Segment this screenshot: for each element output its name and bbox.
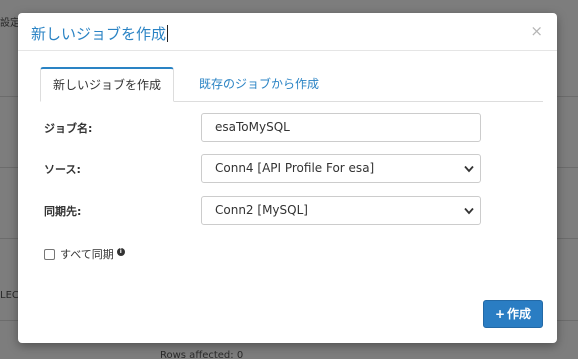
create-button-label: 作成 bbox=[507, 307, 532, 321]
text-cursor bbox=[167, 25, 169, 42]
job-name-row: ジョブ名: esaToMySQL bbox=[44, 113, 481, 143]
modal-title: 新しいジョブを作成 bbox=[31, 23, 169, 44]
info-icon[interactable]: i bbox=[116, 248, 125, 256]
close-icon[interactable]: × bbox=[530, 22, 543, 40]
source-row: ソース: Conn4 [API Profile For esa] bbox=[44, 154, 481, 184]
modal-title-text: 新しいジョブを作成 bbox=[31, 25, 167, 43]
background-bottom-text: Rows affected: 0 bbox=[160, 350, 244, 359]
source-select[interactable]: Conn4 [API Profile For esa] bbox=[201, 154, 481, 183]
plus-icon: + bbox=[494, 307, 506, 321]
create-button[interactable]: + 作成 bbox=[483, 300, 543, 328]
source-label: ソース: bbox=[44, 163, 81, 176]
sync-all-text: すべて同期 bbox=[60, 248, 114, 261]
background-top-text: 設定 bbox=[0, 18, 20, 29]
tab-from-existing-job[interactable]: 既存のジョブから作成 bbox=[199, 67, 319, 102]
tab-new-job[interactable]: 新しいジョブを作成 bbox=[40, 67, 174, 102]
sync-target-row: 同期先: Conn2 [MySQL] bbox=[44, 196, 481, 226]
sync-all-label[interactable]: すべて同期 i bbox=[60, 246, 125, 262]
job-name-label: ジョブ名: bbox=[44, 122, 93, 135]
sync-target-selected-value: Conn2 [MySQL] bbox=[215, 203, 308, 217]
sync-all-checkbox[interactable] bbox=[44, 249, 55, 260]
create-job-modal: 新しいジョブを作成 × 新しいジョブを作成 既存のジョブから作成 ジョブ名: e… bbox=[18, 13, 557, 343]
background-left-text: LEC bbox=[0, 290, 19, 301]
tab-bar: 新しいジョブを作成 既存のジョブから作成 bbox=[40, 67, 543, 102]
chevron-down-icon bbox=[464, 207, 474, 215]
chevron-down-icon bbox=[464, 165, 474, 173]
job-name-input[interactable]: esaToMySQL bbox=[201, 113, 481, 142]
sync-target-select[interactable]: Conn2 [MySQL] bbox=[201, 196, 481, 225]
sync-target-label: 同期先: bbox=[44, 205, 82, 218]
source-selected-value: Conn4 [API Profile For esa] bbox=[215, 161, 375, 175]
modal-header: 新しいジョブを作成 × bbox=[18, 13, 557, 51]
